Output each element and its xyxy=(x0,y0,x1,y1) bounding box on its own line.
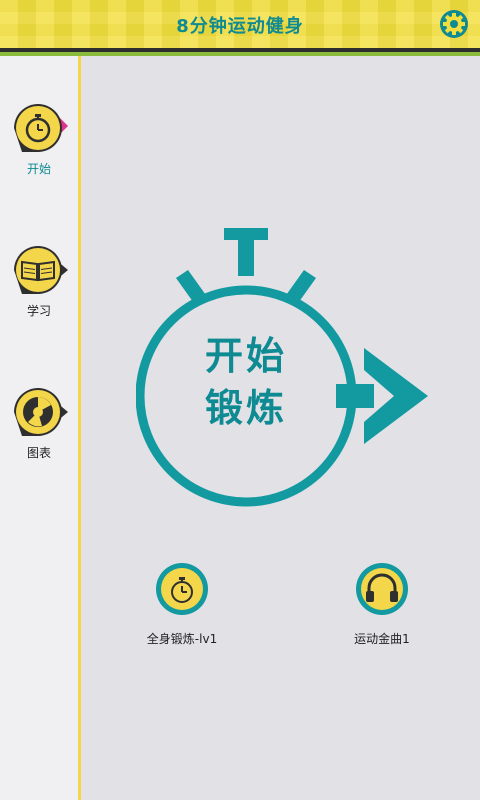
workout-music-button[interactable]: 运动金曲1 xyxy=(322,560,442,656)
sidebar-item-label: 学习 xyxy=(26,304,51,318)
stopwatch-icon xyxy=(156,563,208,615)
sidebar-item-label: 开始 xyxy=(26,162,51,176)
header-divider xyxy=(0,48,480,56)
gear-icon[interactable] xyxy=(438,8,470,40)
start-workout-label: 开始 锻炼 xyxy=(176,330,316,434)
sidebar-item-label: 图表 xyxy=(26,446,51,460)
top-bar: 8分钟运动健身 xyxy=(0,0,480,48)
headphones-icon xyxy=(356,563,408,615)
start-text-line2: 锻炼 xyxy=(204,386,287,430)
sidebar-divider xyxy=(78,56,81,800)
sidebar-item-start[interactable]: 开始 xyxy=(0,100,78,196)
chart-icon xyxy=(14,388,68,436)
full-body-workout-button[interactable]: 全身锻炼-lv1 xyxy=(122,560,242,656)
book-icon xyxy=(14,246,68,294)
workout-music-label: 运动金曲1 xyxy=(354,632,410,646)
stopwatch-icon xyxy=(14,104,68,152)
sidebar-item-learn[interactable]: 学习 xyxy=(0,242,78,338)
start-text-line1: 开始 xyxy=(204,334,287,378)
full-body-workout-label: 全身锻炼-lv1 xyxy=(146,632,218,646)
sidebar-item-chart[interactable]: 图表 xyxy=(0,384,78,480)
app-title: 8分钟运动健身 xyxy=(176,16,304,37)
